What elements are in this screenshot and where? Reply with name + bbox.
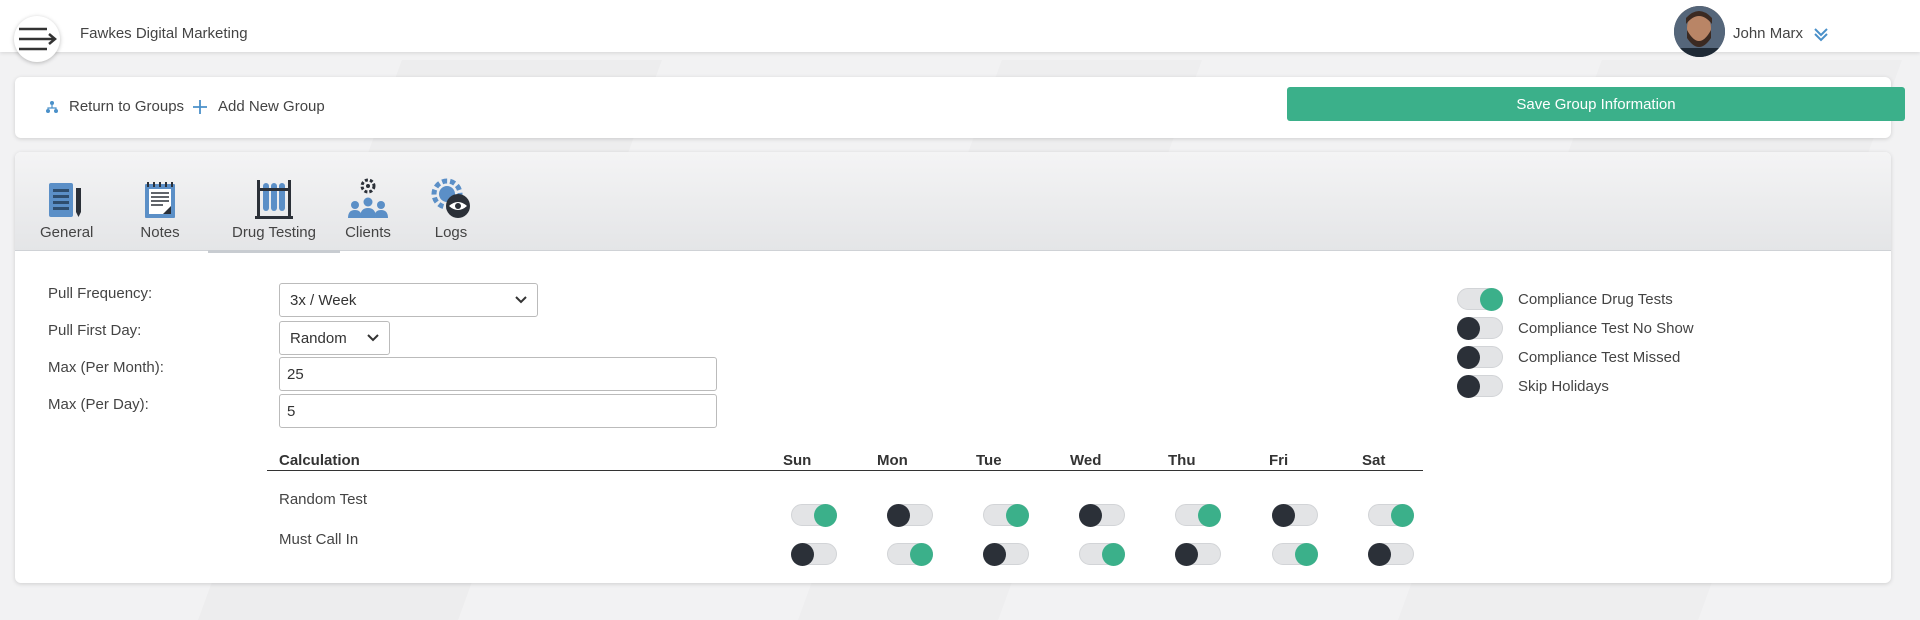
random-test-sat-toggle[interactable]	[1368, 504, 1414, 527]
pull-frequency-value: 3x / Week	[290, 291, 357, 309]
top-bar: Fawkes Digital Marketing John Marx	[0, 0, 1920, 57]
random-test-fri-toggle[interactable]	[1272, 504, 1318, 527]
pull-frequency-select[interactable]: 3x / Week	[279, 283, 538, 317]
tab-logs[interactable]: Logs	[429, 178, 473, 241]
random-test-sun-toggle[interactable]	[791, 504, 837, 527]
avatar[interactable]	[1674, 6, 1725, 57]
tab-general-label: General	[40, 224, 94, 241]
random-test-thu-toggle[interactable]	[1175, 504, 1221, 527]
chevron-down-icon[interactable]	[1812, 25, 1830, 48]
return-to-groups-label: Return to Groups	[69, 98, 185, 115]
day-header-sat: Sat	[1362, 452, 1386, 469]
compliance-test-no-show-label: Compliance Test No Show	[1518, 320, 1694, 337]
random-test-tue-toggle[interactable]	[983, 504, 1029, 527]
pull-first-day-value: Random	[290, 329, 347, 347]
day-header-thu: Thu	[1168, 452, 1196, 469]
compliance-test-missed-toggle[interactable]	[1457, 346, 1503, 369]
actions-card: Return to Groups Add New Group Save Grou…	[15, 77, 1905, 138]
notebook-pen-icon	[40, 178, 90, 220]
chevron-down-icon	[515, 296, 527, 304]
chevron-down-icon	[367, 334, 379, 342]
menu-button[interactable]	[14, 16, 60, 62]
table-divider	[267, 470, 1423, 471]
tab-logs-label: Logs	[434, 224, 468, 241]
skip-holidays-toggle[interactable]	[1457, 375, 1503, 398]
tab-general[interactable]: General	[40, 178, 94, 241]
plus-icon	[193, 99, 207, 114]
must-call-in-sun-toggle[interactable]	[791, 543, 837, 566]
gear-eye-icon	[429, 178, 473, 220]
company-name: Fawkes Digital Marketing	[80, 25, 248, 42]
pull-first-day-select[interactable]: Random	[279, 321, 390, 355]
tab-drug-testing[interactable]: Drug Testing	[208, 178, 340, 253]
hierarchy-icon	[46, 100, 58, 113]
must-call-in-label: Must Call In	[279, 531, 359, 548]
tab-clients[interactable]: Clients	[343, 178, 393, 241]
hamburger-icon	[19, 27, 57, 51]
save-group-button[interactable]: Save Group Information	[1287, 87, 1905, 121]
skip-holidays-label: Skip Holidays	[1518, 378, 1609, 395]
random-test-mon-toggle[interactable]	[887, 504, 933, 527]
compliance-test-no-show-toggle[interactable]	[1457, 317, 1503, 340]
test-tubes-icon	[218, 178, 330, 220]
notes-icon	[135, 178, 185, 220]
user-name[interactable]: John Marx	[1733, 25, 1803, 42]
add-new-group-link[interactable]: Add New Group	[192, 98, 325, 115]
must-call-in-mon-toggle[interactable]	[887, 543, 933, 566]
must-call-in-thu-toggle[interactable]	[1175, 543, 1221, 566]
tab-notes[interactable]: Notes	[135, 178, 185, 241]
add-new-group-label: Add New Group	[218, 98, 325, 115]
compliance-drug-tests-toggle[interactable]	[1457, 288, 1503, 311]
must-call-in-sat-toggle[interactable]	[1368, 543, 1414, 566]
must-call-in-tue-toggle[interactable]	[983, 543, 1029, 566]
main-card: General Notes Drug Testing Clients Logs …	[15, 152, 1891, 583]
day-header-wed: Wed	[1070, 452, 1102, 469]
must-call-in-fri-toggle[interactable]	[1272, 543, 1318, 566]
calculation-header: Calculation	[279, 452, 360, 469]
max-per-month-label: Max (Per Month):	[48, 359, 164, 376]
max-per-month-input[interactable]: 25	[279, 357, 717, 391]
must-call-in-wed-toggle[interactable]	[1079, 543, 1125, 566]
day-header-sun: Sun	[783, 452, 812, 469]
day-header-mon: Mon	[877, 452, 908, 469]
tab-notes-label: Notes	[140, 224, 180, 241]
random-test-wed-toggle[interactable]	[1079, 504, 1125, 527]
max-per-day-input[interactable]: 5	[279, 394, 717, 428]
users-gear-icon	[343, 178, 393, 220]
pull-frequency-label: Pull Frequency:	[48, 285, 153, 302]
tab-drug-testing-label: Drug Testing	[232, 224, 316, 241]
compliance-drug-tests-label: Compliance Drug Tests	[1518, 291, 1673, 308]
tab-clients-label: Clients	[345, 224, 391, 241]
pull-first-day-label: Pull First Day:	[48, 322, 142, 339]
max-per-day-label: Max (Per Day):	[48, 396, 149, 413]
day-header-fri: Fri	[1269, 452, 1289, 469]
return-to-groups-link[interactable]: Return to Groups	[45, 98, 184, 115]
day-header-tue: Tue	[976, 452, 1002, 469]
random-test-label: Random Test	[279, 491, 368, 508]
tab-bar: General Notes Drug Testing Clients Logs	[15, 152, 1891, 253]
compliance-test-missed-label: Compliance Test Missed	[1518, 349, 1681, 366]
